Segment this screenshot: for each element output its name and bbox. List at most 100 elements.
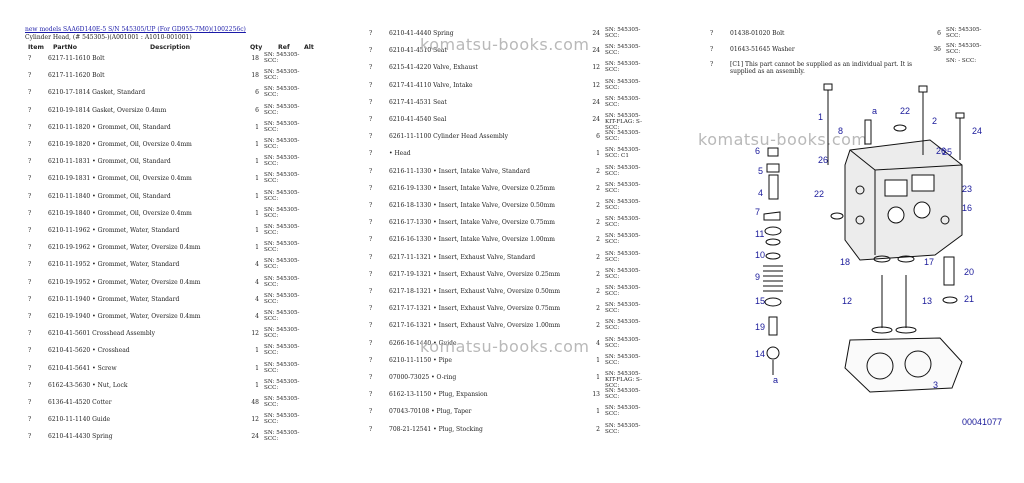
row-qty: 1: [255, 158, 259, 166]
row-item-no: ?: [28, 158, 32, 166]
callout-label: 20: [964, 267, 974, 277]
row-part-description: 6210-11-1840 • Grommet, Oil, Standard: [48, 192, 171, 200]
row-item-no: ?: [369, 270, 373, 278]
row-serial-range: SN: 545305-SCC:: [264, 430, 300, 443]
row-serial-range: SN: 545305-SCC:: [605, 285, 641, 297]
table-row: ? 01643-51645 Washer 36 SN: 545305-SCC:: [710, 43, 1024, 60]
row-serial-range: SN: 545305-SCC:: [264, 138, 300, 150]
row-item-no: ?: [369, 47, 373, 55]
callout-label: 7: [755, 207, 760, 217]
row-part-description: 01438-01020 Bolt: [730, 30, 785, 37]
row-serial-range: SN: 545305-SCC:: [605, 233, 641, 246]
row-part-description: 6210-19-1940 • Grommet, Water, Oversize …: [48, 313, 201, 320]
row-part-description: 6217-19-1321 • Insert, Exhaust Valve, Ov…: [389, 270, 561, 278]
row-serial-range: SN: 545305-SCC:: [264, 378, 300, 391]
row-serial-range: SN: 545305-SCC:: [605, 130, 641, 143]
table-row: ? 708-21-12541 • Plug, Stocking 2 SN: 54530…: [369, 423, 699, 440]
row-item-no: ?: [369, 116, 373, 123]
col-header-ref: Ref: [278, 44, 290, 51]
callout-label: 10: [755, 250, 765, 260]
row-part-description: 6210-19-1840 • Grommet, Oil, Oversize 0.…: [48, 209, 192, 217]
row-part-description: 6210-41-5601 Crosshead Assembly: [48, 330, 155, 338]
row-serial-range: SN: 545305-SCC:: [264, 396, 300, 408]
row-item-no: ?: [28, 106, 32, 114]
row-serial-range: SN: 545305-SCC:: [946, 42, 982, 55]
row-qty: 6: [937, 30, 941, 37]
row-item-no: ?: [369, 236, 373, 244]
page-subtitle: Cylinder Head, (# 545305-)(A001001 : A10…: [25, 34, 192, 41]
row-serial-range: SN: 545305-SCC:: [264, 224, 300, 236]
table-row: ? 6210-11-1952 • Grommet, Water, Standard…: [28, 258, 358, 275]
row-qty: 2: [596, 270, 600, 278]
callout-label: 18: [840, 257, 850, 267]
row-item-no: ?: [710, 45, 714, 53]
table-row: ? 6217-18-1321 • Insert, Exhaust Valve, O…: [369, 285, 699, 302]
callout-label: 19: [755, 322, 765, 332]
row-serial-range: SN: 545305-SCC:: [264, 86, 300, 99]
row-qty: 24: [592, 116, 600, 123]
row-part-description: 6162-13-1150 • Plug, Expansion: [389, 391, 488, 399]
cylinder-head-drawing: [844, 139, 963, 261]
row-part-description: 6217-16-1321 • Insert, Exhaust Valve, Ov…: [389, 322, 561, 330]
row-item-no: ?: [369, 202, 373, 209]
row-part-description: 6210-19-1831 • Grommet, Oil, Oversize 0.…: [48, 175, 192, 183]
row-serial-range: SN: 545305-SCC: C1: [605, 147, 641, 160]
table-row: ? 6216-18-1330 • Insert, Intake Valve, Ov…: [369, 199, 699, 216]
row-qty: 1: [255, 175, 259, 183]
row-qty: 12: [251, 416, 259, 424]
row-serial-range: SN: - SCC:: [946, 58, 977, 64]
row-item-no: ?: [28, 209, 32, 217]
row-qty: 1: [596, 408, 600, 416]
table-row: ? 6217-11-1321 • Insert, Exhaust Valve, S…: [369, 251, 699, 268]
callout-label: 4: [758, 188, 763, 198]
row-qty: 1: [255, 227, 259, 234]
row-qty: 4: [255, 313, 259, 320]
row-part-description: 6216-19-1330 • Insert, Intake Valve, Ove…: [389, 184, 555, 192]
table-row: ? 6217-16-1321 • Insert, Exhaust Valve, O…: [369, 319, 699, 336]
row-qty: 2: [596, 305, 600, 313]
model-link[interactable]: new models SAA6D140E-5 S/N 545305/UP (Fo…: [25, 26, 246, 33]
row-qty: 18: [251, 55, 259, 62]
row-serial-range: SN: 545305-SCC:: [264, 103, 300, 116]
table-row: ? 6215-41-4220 Valve, Exhaust 12 SN: 545305…: [369, 61, 699, 78]
row-qty: 4: [255, 261, 259, 269]
callout-label: 15: [755, 296, 765, 306]
row-item-no: ?: [28, 192, 32, 200]
watermark-top: komatsu-books.com: [420, 35, 590, 54]
row-qty: 1: [596, 150, 600, 158]
row-serial-range: SN: 545305-SCC:: [605, 388, 641, 401]
table-row: ? 6210-19-1814 Gasket, Oversize 0.4mm 6 SN:…: [28, 104, 358, 121]
figure-number: 00041077: [962, 417, 1003, 427]
row-qty: 4: [255, 278, 259, 286]
row-qty: 24: [592, 30, 600, 37]
col-header-alt: Alt: [304, 44, 314, 51]
row-serial-range: SN: 545305-SCC:: [264, 275, 300, 288]
table-row: ? 6217-41-4110 Valve, Intake 12 SN: 545305-…: [369, 79, 699, 96]
row-part-description: 6215-41-4220 Valve, Exhaust: [389, 64, 478, 72]
row-serial-range: SN: 545305-SCC:: [605, 95, 641, 108]
row-serial-range: SN: 545305-SCC:: [605, 267, 641, 280]
col-header-description: Description: [150, 44, 191, 51]
table-row: ? 07043-70108 • Plug, Taper 1 SN: 545305-SC…: [369, 405, 699, 422]
row-serial-range: SN: 545305-SCC:: [605, 216, 641, 229]
row-item-no: ?: [28, 433, 32, 441]
row-part-description: 6217-18-1321 • Insert, Exhaust Valve, Ov…: [389, 288, 561, 295]
table-row: ? 6162-13-1150 • Plug, Expansion 13 SN: 545…: [369, 388, 699, 405]
row-serial-range: SN: 545305-SCC:: [605, 78, 641, 91]
callout-label: 24: [972, 126, 982, 136]
table-row: ? 6217-17-1321 • Insert, Exhaust Valve, O…: [369, 302, 699, 319]
row-qty: 2: [596, 202, 600, 209]
row-item-no: ?: [369, 356, 373, 364]
callout-label: a: [872, 106, 877, 116]
table-row: ? 6210-41-5641 • Screw 1 SN: 545305-SCC:: [28, 362, 358, 379]
row-item-no: ?: [369, 374, 373, 381]
row-item-no: ?: [28, 72, 32, 80]
row-part-description: 01643-51645 Washer: [730, 45, 795, 53]
row-item-no: ?: [28, 227, 32, 234]
row-qty: 6: [255, 106, 259, 114]
table-row: ? 07000-73025 • O-ring 1 SN: 545305-KIT-FLA…: [369, 371, 699, 389]
row-part-description: 6216-18-1330 • Insert, Intake Valve, Ove…: [389, 202, 555, 209]
row-qty: 6: [596, 133, 600, 141]
table-row: ? 6210-19-1820 • Grommet, Oil, Oversize 0…: [28, 138, 358, 155]
row-serial-range: SN: 545305-SCC:: [605, 422, 641, 435]
